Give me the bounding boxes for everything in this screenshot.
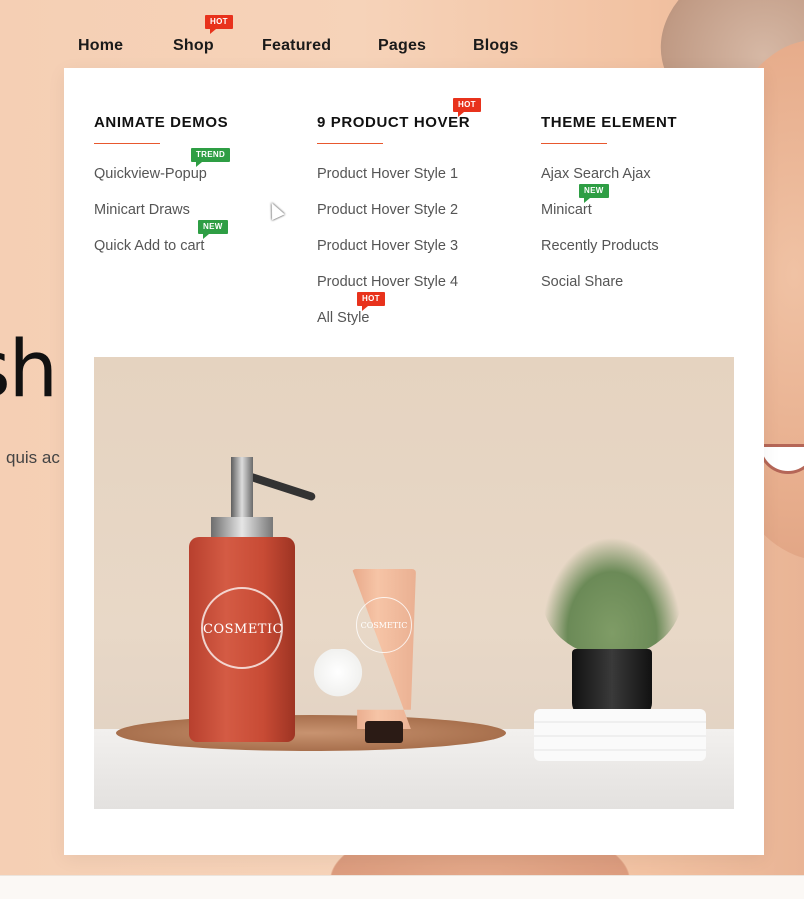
menu-link-social-share[interactable]: Social Share (541, 274, 741, 310)
hot-badge: HOT (357, 292, 385, 311)
column-link-list: Product Hover Style 1 Product Hover Styl… (317, 166, 517, 346)
menu-link-label: Product Hover Style 4 (317, 274, 459, 290)
menu-link-quick-add-to-cart[interactable]: Quick Add to cart NEW (94, 220, 294, 274)
black-plant-pot (572, 649, 652, 717)
page-bottom-strip (0, 875, 804, 899)
trend-badge: TREND (191, 148, 231, 167)
nav-item-featured[interactable]: Featured (262, 37, 331, 55)
column-link-list: Ajax Search Ajax Minicart NEW Recently P… (541, 166, 741, 310)
wooden-tray (116, 715, 506, 751)
menu-link-label: Recently Products (541, 238, 659, 254)
menu-link-label: Quick Add to cart (94, 238, 205, 254)
column-title-text: 9 PRODUCT HOVER (317, 114, 471, 131)
nav-item-label: Pages (378, 37, 427, 54)
tube-cap (365, 721, 403, 743)
nav-item-pages[interactable]: Pages (378, 37, 426, 55)
menu-link-label: Product Hover Style 2 (317, 202, 459, 218)
folded-towels (534, 709, 706, 761)
hot-badge: HOT (453, 98, 481, 117)
nav-item-blogs[interactable]: Blogs (473, 37, 518, 55)
mega-menu-promo-image[interactable]: COSMETIC COSMETIC (94, 357, 734, 809)
nav-item-shop[interactable]: Shop HOT (173, 15, 233, 55)
hot-badge: HOT (205, 15, 233, 34)
bottle-logo: COSMETIC (201, 587, 283, 669)
menu-link-label: Product Hover Style 3 (317, 238, 459, 254)
column-title: ANIMATE DEMOS (94, 114, 229, 131)
menu-link-label: Social Share (541, 274, 624, 290)
succulent-plant (542, 537, 682, 657)
menu-link-label: Quickview-Popup (94, 166, 207, 182)
pump-stem (231, 457, 253, 519)
menu-link-product-hover-style-1[interactable]: Product Hover Style 1 (317, 166, 517, 202)
title-underline (541, 143, 607, 144)
nav-item-label: Blogs (473, 37, 519, 54)
menu-link-label: Minicart (541, 202, 592, 218)
menu-link-minicart[interactable]: Minicart NEW (541, 184, 741, 238)
menu-link-label: Product Hover Style 1 (317, 166, 459, 182)
menu-link-product-hover-style-3[interactable]: Product Hover Style 3 (317, 238, 517, 274)
nav-item-label: Home (78, 37, 124, 54)
menu-link-minicart-draws[interactable]: Minicart Draws (94, 202, 294, 238)
hero-title: sh (0, 325, 58, 415)
hero-subtitle: quis ac (6, 448, 60, 467)
nav-item-label: Featured (262, 37, 332, 54)
tube-logo: COSMETIC (356, 597, 412, 653)
menu-link-product-hover-style-4[interactable]: Product Hover Style 4 (317, 274, 517, 310)
menu-link-product-hover-style-2[interactable]: Product Hover Style 2 (317, 202, 517, 238)
menu-link-recently-products[interactable]: Recently Products (541, 238, 741, 274)
new-badge: NEW (198, 220, 228, 239)
main-nav: Home Shop HOT Featured Pages Blogs (0, 0, 804, 66)
menu-link-label: Minicart Draws (94, 202, 190, 218)
menu-link-label: Ajax Search Ajax (541, 166, 651, 182)
column-title: 9 PRODUCT HOVER HOT (317, 98, 517, 131)
mega-menu-dropdown: ANIMATE DEMOS Quickview-Popup TREND Mini… (64, 68, 764, 855)
title-underline (317, 143, 383, 144)
title-underline (94, 143, 160, 144)
mega-menu-column-theme-element: THEME ELEMENT Ajax Search Ajax Minicart … (541, 114, 741, 310)
mega-menu-column-animate-demos: ANIMATE DEMOS Quickview-Popup TREND Mini… (94, 114, 294, 274)
nav-item-label: Shop (173, 37, 214, 54)
new-badge: NEW (579, 184, 609, 203)
menu-link-ajax-search[interactable]: Ajax Search Ajax (541, 166, 741, 202)
column-title: THEME ELEMENT (541, 114, 678, 131)
white-flower (312, 649, 364, 707)
column-link-list: Quickview-Popup TREND Minicart Draws Qui… (94, 148, 294, 274)
mega-menu-column-product-hover: 9 PRODUCT HOVER HOT Product Hover Style … (317, 98, 517, 346)
menu-link-label: All Style (317, 310, 370, 326)
menu-link-quickview-popup[interactable]: Quickview-Popup TREND (94, 148, 294, 202)
nav-item-home[interactable]: Home (78, 37, 123, 55)
menu-link-all-style[interactable]: All Style HOT (317, 292, 517, 346)
